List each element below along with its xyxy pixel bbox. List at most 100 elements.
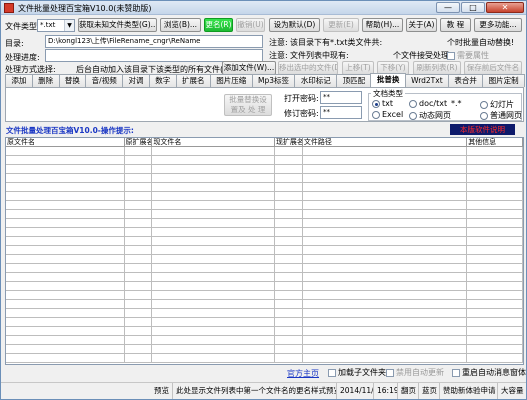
radio-dynamic-page[interactable]: 动态网页 bbox=[409, 110, 451, 121]
tab-14[interactable]: 表合并 bbox=[448, 74, 484, 87]
status-lang2[interactable]: 蓝页 bbox=[419, 383, 440, 399]
auto-replace-text: 个时批量自动替换! bbox=[447, 38, 515, 47]
table-cell bbox=[274, 255, 303, 264]
tab-13[interactable]: Wrd2Txt bbox=[404, 74, 450, 87]
status-bigfont[interactable]: 大容量 bbox=[498, 383, 526, 399]
grid-column-header[interactable]: 现扩展名 bbox=[274, 138, 303, 147]
file-type-select[interactable]: *.txt ▼ bbox=[37, 19, 75, 32]
table-cell bbox=[124, 201, 153, 210]
grid-column-header[interactable]: 原文件名 bbox=[6, 138, 125, 147]
table-cell bbox=[6, 237, 125, 246]
batch-replace-button[interactable]: 批量替换设置及 处 理 bbox=[224, 94, 272, 116]
version-info-link[interactable]: 本版软件说明 bbox=[450, 124, 515, 135]
radio-plain-page[interactable]: 普通网页 bbox=[480, 110, 522, 121]
directory-label: 目录: bbox=[5, 39, 24, 48]
table-row[interactable] bbox=[6, 210, 523, 219]
table-row[interactable] bbox=[6, 147, 523, 156]
grid-column-header[interactable]: 现文件名 bbox=[152, 138, 275, 147]
table-row[interactable] bbox=[6, 219, 523, 228]
rename-button[interactable]: 更名(R) bbox=[204, 18, 233, 32]
table-row[interactable] bbox=[6, 192, 523, 201]
tab-11[interactable]: 顶匹配 bbox=[336, 74, 372, 87]
tab-6[interactable]: 数字 bbox=[148, 74, 177, 87]
close-button[interactable]: ✕ bbox=[486, 2, 524, 13]
table-row[interactable] bbox=[6, 273, 523, 282]
table-row[interactable] bbox=[6, 246, 523, 255]
table-row[interactable] bbox=[6, 237, 523, 246]
tab-10[interactable]: 水印标记 bbox=[294, 74, 338, 87]
refresh-list-button[interactable]: 刷新列表(R) bbox=[413, 61, 461, 75]
table-row[interactable] bbox=[6, 156, 523, 165]
radio-excel[interactable]: Excel bbox=[372, 110, 403, 119]
table-row[interactable] bbox=[6, 291, 523, 300]
update-button[interactable]: 更新(E) bbox=[323, 18, 359, 32]
modify-password-field[interactable]: ** bbox=[320, 106, 362, 119]
table-row[interactable] bbox=[6, 201, 523, 210]
get-unknown-type-button[interactable]: 获取未知文件类型(G)... bbox=[78, 18, 157, 32]
maximize-button[interactable]: □ bbox=[461, 2, 485, 13]
radio-txt[interactable]: txt bbox=[372, 99, 393, 108]
move-up-button[interactable]: 上移(T) bbox=[342, 61, 374, 75]
tab-8[interactable]: 图片压缩 bbox=[209, 74, 253, 87]
radio-doc-txt[interactable]: doc/txt bbox=[409, 99, 447, 108]
table-cell bbox=[274, 336, 303, 345]
help-button[interactable]: 帮助(H)... bbox=[362, 18, 403, 32]
official-site-link[interactable]: 官方主页 bbox=[287, 368, 319, 379]
table-row[interactable] bbox=[6, 282, 523, 291]
grid-column-header[interactable]: 文件路径 bbox=[302, 138, 468, 147]
add-file-button[interactable]: 添加文件(W)... bbox=[222, 61, 276, 75]
table-cell bbox=[6, 183, 125, 192]
table-row[interactable] bbox=[6, 327, 523, 336]
include-subfolders-checkbox[interactable]: 加载子文件夹 bbox=[328, 367, 386, 378]
tab-3[interactable]: 替换 bbox=[58, 74, 87, 87]
checkbox-icon bbox=[452, 368, 460, 377]
table-cell bbox=[6, 192, 125, 201]
table-cell bbox=[274, 282, 303, 291]
table-cell bbox=[6, 201, 125, 210]
table-row[interactable] bbox=[6, 165, 523, 174]
table-row[interactable] bbox=[6, 264, 523, 273]
keep-attr-checkbox[interactable]: 需要属性 bbox=[447, 50, 489, 61]
table-row[interactable] bbox=[6, 255, 523, 264]
auto-update-checkbox[interactable]: 禁用自动更新 bbox=[386, 367, 444, 378]
tab-2[interactable]: 删除 bbox=[31, 74, 60, 87]
table-row[interactable] bbox=[6, 183, 523, 192]
open-password-field[interactable]: ** bbox=[320, 91, 362, 104]
table-row[interactable] bbox=[6, 228, 523, 237]
table-cell bbox=[152, 255, 275, 264]
table-row[interactable] bbox=[6, 345, 523, 354]
table-row[interactable] bbox=[6, 174, 523, 183]
file-list-grid[interactable]: 原文件名 原扩展名 现文件名 现扩展名 文件路径 其他信息 bbox=[5, 137, 524, 365]
table-row[interactable] bbox=[6, 318, 523, 327]
tab-7[interactable]: 扩展名 bbox=[175, 74, 211, 87]
status-lang1[interactable]: 翻页 bbox=[398, 383, 419, 399]
main-window: 文件批量处理百宝箱V10.0(未赞助版) — □ ✕ 文件类型 *.txt ▼ … bbox=[0, 0, 527, 400]
radio-ppt[interactable]: 幻灯片 bbox=[480, 99, 514, 110]
tab-5[interactable]: 对调 bbox=[122, 74, 150, 87]
table-row[interactable] bbox=[6, 336, 523, 345]
directory-path-field[interactable]: D:\kongl123\上传\FileRename_cngr\ReName bbox=[45, 35, 263, 48]
tab-9[interactable]: Mp3标签 bbox=[251, 74, 296, 87]
remove-selected-button[interactable]: 移出选中的文件(D) bbox=[278, 61, 338, 75]
tab-15[interactable]: 图片定制 bbox=[482, 74, 526, 87]
set-default-button[interactable]: 设为默认(D) bbox=[269, 18, 320, 32]
undo-button[interactable]: 撤销(U) bbox=[236, 18, 265, 32]
tab-4[interactable]: 音/视频 bbox=[85, 74, 124, 87]
browse-button[interactable]: 浏览(B)... bbox=[160, 18, 201, 32]
grid-column-header[interactable]: 原扩展名 bbox=[124, 138, 153, 147]
tab-12[interactable]: 批普换 bbox=[370, 73, 406, 87]
table-row[interactable] bbox=[6, 354, 523, 363]
reopen-window-checkbox[interactable]: 重启自动消息窗体 bbox=[452, 367, 526, 378]
tutorial-button[interactable]: 教 程 bbox=[440, 18, 471, 32]
minimize-button[interactable]: — bbox=[436, 2, 460, 13]
doc-type-group-label: 文档类型 bbox=[371, 88, 405, 99]
more-functions-button[interactable]: 更多功能... bbox=[474, 18, 522, 32]
save-list-button[interactable]: 保存前后文件名 bbox=[464, 61, 522, 75]
grid-column-header[interactable]: 其他信息 bbox=[467, 138, 523, 147]
table-row[interactable] bbox=[6, 309, 523, 318]
about-button[interactable]: 关于(A) bbox=[406, 18, 437, 32]
table-row[interactable] bbox=[6, 300, 523, 309]
tab-1[interactable]: 添加 bbox=[5, 74, 33, 87]
table-cell bbox=[152, 282, 275, 291]
sponsor-apply-link[interactable]: 赞助新体验申请 bbox=[440, 383, 498, 399]
